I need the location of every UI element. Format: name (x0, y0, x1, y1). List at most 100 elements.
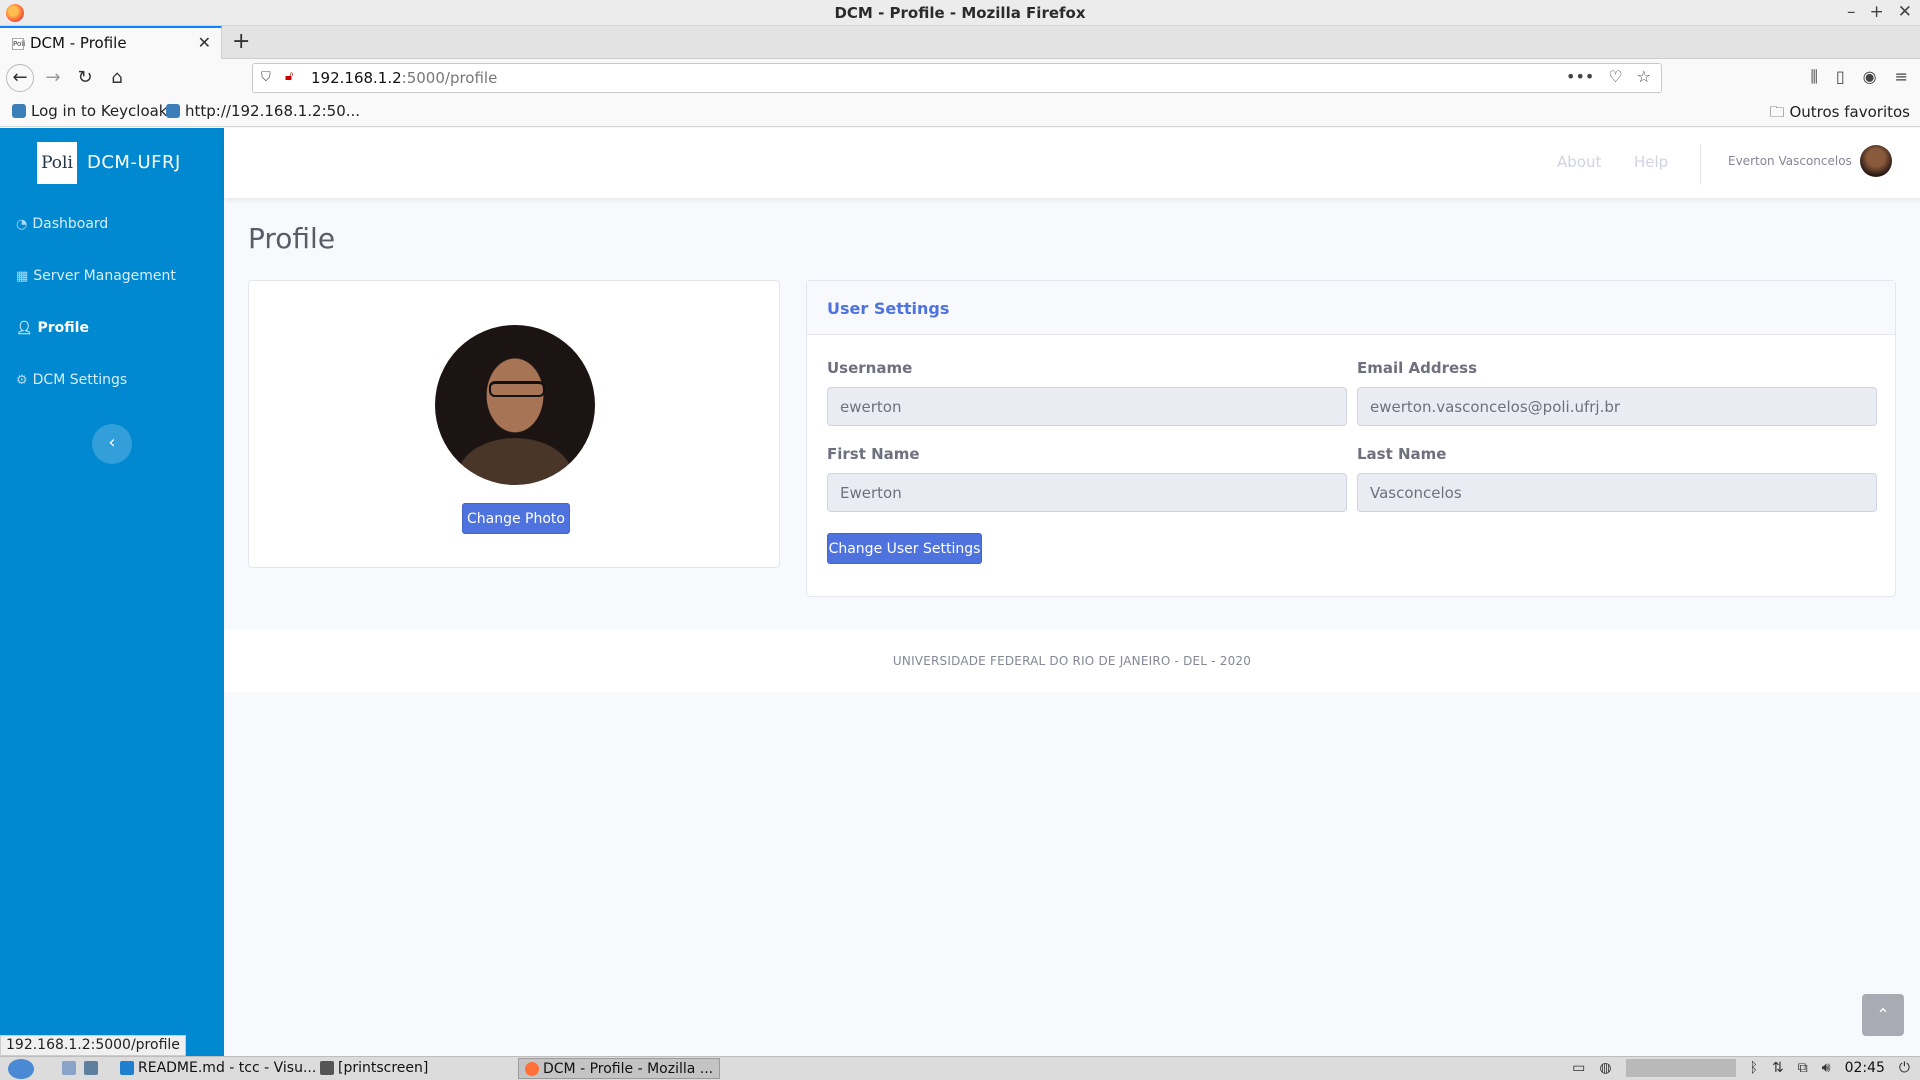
back-button[interactable]: ← (6, 64, 34, 92)
sidebar-toggle-button[interactable]: ‹ (92, 424, 132, 464)
window-icon[interactable]: ▭ (1572, 1060, 1585, 1076)
page-actions-icon[interactable]: ••• (1566, 67, 1594, 86)
profile-photo (435, 325, 595, 485)
firefox-icon (525, 1061, 539, 1076)
window-controls: – + ✕ (1847, 2, 1912, 22)
status-bar-url: 192.168.1.2:5000/profile (0, 1035, 186, 1056)
sidebar-item-label: Dashboard (32, 216, 109, 232)
keycloak-icon (12, 104, 26, 118)
display-icon[interactable]: ⧉ (1798, 1060, 1808, 1076)
tab-dcm-profile[interactable]: Poli DCM - Profile ✕ (0, 26, 222, 59)
topbar-link-about[interactable]: About (1557, 153, 1601, 171)
user-name[interactable]: Everton Vasconcelos (1728, 154, 1852, 168)
bookmark-label: http://192.168.1.2:50... (185, 102, 361, 120)
taskbar-item-vscode[interactable]: README.md - tcc - Visu... (120, 1060, 316, 1076)
toolbar-right: ⫼ ▯ ◉ ≡ (1810, 67, 1908, 87)
volume-icon[interactable]: 🔊︎ (1822, 1060, 1831, 1076)
bookmarks-toolbar: Log in to Keycloak http://192.168.1.2:50… (0, 97, 1920, 127)
clock[interactable]: 02:45 (1845, 1060, 1885, 1076)
taskbar-item-label: [printscreen] (338, 1060, 429, 1076)
files-launcher-icon[interactable] (84, 1061, 98, 1075)
profile-photo-card: Change Photo (248, 280, 780, 568)
url-text[interactable]: 192.168.1.2:5000/profile (311, 69, 497, 87)
url-actions: ••• ♡ ☆ (1566, 67, 1651, 86)
footer: UNIVERSIDADE FEDERAL DO RIO DE JANEIRO -… (224, 630, 1920, 692)
page-title: Profile (248, 222, 336, 255)
bookmark-keycloak[interactable]: Log in to Keycloak (12, 102, 168, 120)
scroll-to-top-button[interactable]: ⌃ (1862, 994, 1904, 1036)
sidebar-item-profile[interactable]: 👤︎ Profile (16, 320, 89, 336)
taskbar-item-firefox[interactable]: DCM - Profile - Mozilla ... (518, 1058, 721, 1079)
sidebar-item-label: Profile (37, 320, 89, 336)
cpu-monitor (1625, 1059, 1736, 1077)
cogs-icon: ⚙ (16, 372, 28, 388)
email-field[interactable] (1357, 387, 1877, 426)
first-name-label: First Name (827, 445, 920, 463)
desktop-icon[interactable] (62, 1061, 76, 1075)
bookmark-folder-label: Outros favoritos (1789, 103, 1910, 121)
profile-photo-glasses (489, 381, 545, 397)
sidebar-brand[interactable]: Poli DCM-UFRJ (0, 128, 224, 198)
maximize-button[interactable]: + (1870, 2, 1884, 22)
first-name-field[interactable] (827, 473, 1347, 512)
vscode-icon (120, 1061, 134, 1075)
power-icon[interactable]: ⏻ (1899, 1060, 1910, 1076)
system-tray: ▭ ◍ ᛒ ⇅ ⧉ 🔊︎ 02:45 ⏻ (1572, 1059, 1910, 1077)
user-settings-card: User Settings Username Email Address Fir… (806, 280, 1896, 597)
library-icon[interactable]: ⫼ (1810, 67, 1817, 87)
sidebar-icon[interactable]: ▯ (1836, 67, 1845, 87)
sidebar-item-label: DCM Settings (32, 372, 128, 388)
sidebar-item-dashboard[interactable]: ◔ Dashboard (16, 216, 108, 232)
poli-logo: Poli (37, 142, 77, 184)
taskbar-item-printscreen[interactable]: [printscreen] (320, 1060, 428, 1076)
new-tab-button[interactable]: + (232, 29, 250, 54)
close-tab-icon[interactable]: ✕ (198, 33, 211, 52)
address-bar[interactable]: ⛉ 🔓︎ 192.168.1.2:5000/profile ••• ♡ ☆ (252, 63, 1662, 93)
sidebar: Poli DCM-UFRJ ◔ Dashboard ▦ Server Manag… (0, 128, 224, 1056)
tachometer-icon: ◔ (16, 216, 28, 232)
sidebar-item-label: Server Management (33, 268, 176, 284)
username-label: Username (827, 359, 913, 377)
tracking-shield-icon[interactable]: ⛉ (261, 70, 271, 85)
pocket-icon[interactable]: ♡ (1608, 67, 1622, 86)
topbar-link-help[interactable]: Help (1634, 153, 1668, 171)
username-field[interactable] (827, 387, 1347, 426)
forward-button[interactable]: → (40, 66, 66, 92)
network-icon[interactable]: ⇅ (1772, 1060, 1784, 1076)
sidebar-item-server-management[interactable]: ▦ Server Management (16, 268, 176, 284)
bluetooth-icon[interactable]: ᛒ (1750, 1060, 1758, 1076)
brand-name: DCM-UFRJ (87, 152, 181, 173)
avatar[interactable] (1860, 145, 1892, 177)
card-title: User Settings (827, 299, 950, 318)
close-window-button[interactable]: ✕ (1898, 2, 1912, 22)
reload-button[interactable]: ↻ (72, 66, 98, 92)
url-path: :5000/profile (401, 69, 498, 87)
bookmark-local-url[interactable]: http://192.168.1.2:50... (166, 102, 360, 120)
change-photo-button[interactable]: Change Photo (462, 503, 570, 534)
bookmark-folder-other[interactable]: 🗀︎ Outros favoritos (1770, 102, 1910, 127)
last-name-field[interactable] (1357, 473, 1877, 512)
minimize-button[interactable]: – (1847, 2, 1856, 22)
tab-favicon: Poli (12, 38, 26, 50)
insecure-lock-icon[interactable]: 🔓︎ (285, 69, 293, 84)
firefox-tray-icon[interactable]: ◍ (1599, 1060, 1611, 1076)
card-header: User Settings (807, 281, 1895, 335)
bookmark-star-icon[interactable]: ☆ (1637, 67, 1651, 86)
menu-icon[interactable]: ≡ (1895, 67, 1908, 87)
taskbar-item-label: README.md - tcc - Visu... (138, 1060, 317, 1076)
sidebar-item-dcm-settings[interactable]: ⚙ DCM Settings (16, 372, 127, 388)
bookmark-label: Log in to Keycloak (31, 102, 168, 120)
folder-icon (320, 1061, 334, 1075)
account-icon[interactable]: ◉ (1863, 67, 1877, 87)
tab-title: DCM - Profile (30, 34, 127, 52)
window-titlebar: DCM - Profile - Mozilla Firefox – + ✕ (0, 0, 1920, 26)
start-menu-icon[interactable] (8, 1059, 34, 1079)
home-button[interactable]: ⌂ (104, 66, 130, 92)
topbar: About Help Everton Vasconcelos (224, 128, 1920, 198)
tab-strip: Poli DCM - Profile ✕ + (0, 26, 1920, 59)
email-label: Email Address (1357, 359, 1478, 377)
page-viewport: Poli DCM-UFRJ ◔ Dashboard ▦ Server Manag… (0, 128, 1920, 1056)
user-icon: 👤︎ (16, 320, 33, 336)
change-user-settings-button[interactable]: Change User Settings (827, 533, 982, 564)
taskbar-item-label: DCM - Profile - Mozilla ... (543, 1060, 714, 1077)
